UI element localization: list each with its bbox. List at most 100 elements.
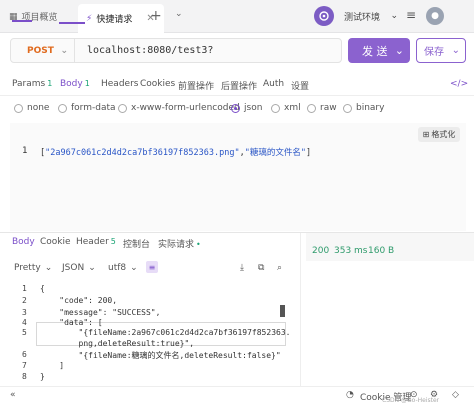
chevron-down-icon: ⌄ — [390, 11, 398, 21]
tab-pre-operations[interactable]: 前置操作 — [178, 79, 214, 92]
save-button[interactable]: 保存 ⌄ — [416, 38, 466, 63]
download-icon[interactable]: ⤓ — [240, 263, 244, 273]
body-type-raw[interactable]: raw — [307, 103, 337, 113]
tab-settings[interactable]: 设置 — [291, 79, 309, 92]
body-type-json[interactable]: json — [231, 103, 262, 113]
view-select[interactable]: Pretty ⌄ — [14, 263, 52, 273]
tab-params[interactable]: Params 1 — [12, 79, 52, 89]
method-select[interactable]: POST ⌄ — [11, 39, 75, 62]
send-label: 发 送 — [362, 44, 388, 58]
tab-response-header[interactable]: Header 5 — [76, 237, 116, 247]
tab-actual-request[interactable]: 实际请求 • — [158, 237, 201, 250]
count-badge: 5 — [110, 237, 116, 246]
tab-headers[interactable]: Headers — [101, 79, 138, 89]
radio-icon — [58, 103, 67, 113]
menu-icon[interactable]: ≡ — [406, 8, 416, 22]
copy-icon[interactable]: ⧉ — [258, 263, 264, 273]
new-tab-button[interactable]: + — [150, 8, 162, 24]
format-button[interactable]: ⊞ 格式化 — [418, 127, 460, 142]
environment-icon[interactable] — [314, 6, 334, 26]
chevron-down-icon[interactable]: ⌄ — [452, 45, 460, 56]
tab-project-overview[interactable]: ▦ 项目概览 — [0, 0, 78, 33]
line-number: 4 — [22, 318, 27, 327]
response-time: 353 ms — [334, 246, 368, 256]
status-dot: • — [196, 240, 201, 249]
code-line: "message": "SUCCESS", — [40, 308, 161, 317]
chevron-down-icon[interactable]: ⌄ — [395, 44, 404, 57]
tab-body[interactable]: Body 1 — [60, 79, 90, 89]
url-input[interactable]: localhost:8080/test3? — [75, 45, 213, 56]
search-icon[interactable]: ⌕ — [277, 263, 282, 273]
body-type-urlencoded[interactable]: x-www-form-urlencoded — [118, 103, 240, 113]
request-body-editor[interactable] — [10, 123, 466, 231]
tab-dropdown-icon[interactable]: ⌄ — [175, 9, 183, 19]
line-number: 7 — [22, 361, 27, 370]
tab-label: 快捷请求 — [96, 15, 133, 25]
line-number: 5 — [22, 328, 27, 337]
code-line: "{fileName:糖璃的文件名,deleteResult:false}" — [40, 351, 281, 360]
watermark: CSDN @Go-Heister — [382, 397, 440, 404]
response-size: 160 B — [368, 246, 395, 256]
tab-label: Body — [60, 79, 83, 89]
bracket: ] — [305, 148, 312, 158]
environment-select[interactable]: 测试环境 ⌄ — [338, 6, 402, 26]
code-line: ] — [40, 361, 65, 370]
code-line: png,deleteResult:true}", — [40, 339, 195, 348]
format-select[interactable]: JSON ⌄ — [62, 263, 96, 273]
response-tabs: Body Cookie Header 5 控制台 实际请求 • — [0, 233, 300, 255]
active-tab-indicator — [59, 22, 85, 24]
tab-cookies[interactable]: Cookies — [140, 79, 175, 89]
option-label: form-data — [71, 103, 116, 113]
body-type-form-data[interactable]: form-data — [58, 103, 116, 113]
radio-selected-icon — [231, 103, 240, 113]
chevron-down-icon: ⌄ — [130, 263, 138, 273]
wrap-lines-icon[interactable]: ≡ — [146, 261, 158, 273]
view-label: Pretty — [14, 263, 41, 273]
lightning-icon: ⚡ — [86, 13, 93, 24]
code-line: { — [40, 284, 45, 293]
tab-response-body[interactable]: Body — [12, 237, 35, 247]
encoding-select[interactable]: utf8 ⌄ — [108, 263, 138, 273]
format-label: JSON — [62, 263, 85, 273]
save-label: 保存 — [424, 47, 444, 58]
option-label: xml — [284, 103, 301, 113]
code-icon[interactable]: </> — [450, 79, 468, 89]
line-number: 2 — [22, 296, 27, 305]
line-number: 1 — [22, 284, 27, 293]
collapse-icon[interactable]: « — [10, 390, 16, 400]
encoding-label: utf8 — [108, 263, 127, 273]
cookie-icon: ◔ — [346, 390, 354, 400]
line-number: 3 — [22, 308, 27, 317]
scrollbar[interactable] — [280, 305, 285, 317]
tab-auth[interactable]: Auth — [263, 79, 284, 89]
body-type-none[interactable]: none — [14, 103, 49, 113]
radio-icon — [14, 103, 23, 113]
notification-icon[interactable]: ◇ — [452, 390, 459, 400]
option-label: none — [27, 103, 50, 113]
line-number: 1 — [22, 146, 28, 156]
send-button[interactable]: 发 送 ⌄ — [348, 38, 410, 63]
request-body-line: ["2a967c061c2d4d2ca7bf36197f852363.png",… — [40, 146, 311, 158]
tab-response-cookie[interactable]: Cookie — [40, 237, 71, 247]
option-label: raw — [320, 103, 337, 113]
tab-label: Header — [76, 237, 109, 247]
response-stats: 200 353 ms 160 B — [306, 233, 474, 261]
environment-label: 测试环境 — [344, 12, 381, 23]
chevron-down-icon: ⌄ — [88, 263, 96, 273]
url-bar: POST ⌄ localhost:8080/test3? — [10, 38, 342, 63]
json-string: "2a967c061c2d4d2ca7bf36197f852363.png" — [45, 148, 240, 158]
format-icon: ⊞ — [422, 130, 430, 139]
status-code: 200 — [312, 246, 330, 256]
body-type-binary[interactable]: binary — [343, 103, 384, 113]
code-line: "data": [ — [40, 318, 103, 327]
vertical-divider — [300, 233, 301, 388]
tab-post-operations[interactable]: 后置操作 — [221, 79, 257, 92]
body-type-xml[interactable]: xml — [271, 103, 301, 113]
format-label: 格式化 — [431, 130, 456, 139]
option-label: binary — [356, 103, 385, 113]
line-number: 8 — [22, 372, 27, 381]
method-label: POST — [27, 45, 54, 56]
avatar[interactable]: ● — [426, 7, 444, 25]
tab-console[interactable]: 控制台 — [123, 237, 150, 250]
chevron-down-icon: ⌄ — [60, 45, 68, 56]
